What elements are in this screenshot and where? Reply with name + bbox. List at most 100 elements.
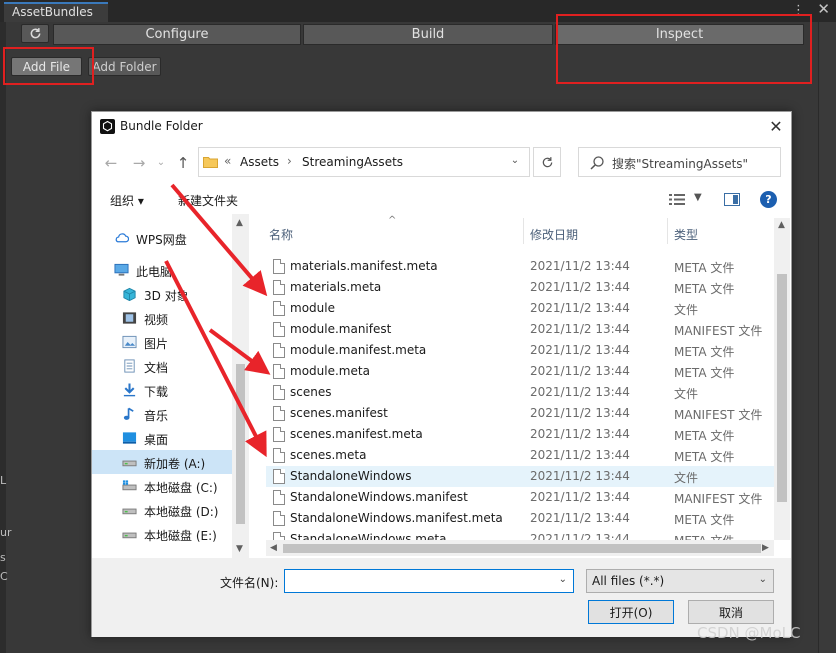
- dialog-footer: 文件名(N): ⌄ All files (*.*) ⌄ 打开(O) 取消: [92, 558, 791, 637]
- nav-label: 音乐: [144, 409, 169, 423]
- file-name: StandaloneWindows.meta: [290, 532, 447, 540]
- back-arrow-icon[interactable]: ←: [100, 152, 122, 174]
- file-type: MANIFEST 文件: [674, 324, 763, 338]
- nav-label: 本地磁盘 (D:): [144, 505, 219, 519]
- file-row[interactable]: scenes 2021/11/2 13:44 文件: [266, 382, 774, 403]
- file-row[interactable]: module 2021/11/2 13:44 文件: [266, 298, 774, 319]
- file-row[interactable]: module.manifest 2021/11/2 13:44 MANIFEST 文…: [266, 319, 774, 340]
- address-bar[interactable]: « Assets › StreamingAssets ⌄: [198, 147, 530, 177]
- forward-arrow-icon[interactable]: →: [128, 152, 150, 174]
- file-row[interactable]: scenes.manifest 2021/11/2 13:44 MANIFEST 文…: [266, 403, 774, 424]
- file-date: 2021/11/2 13:44: [530, 280, 630, 294]
- file-icon: [273, 301, 285, 316]
- file-row[interactable]: module.meta 2021/11/2 13:44 META 文件: [266, 361, 774, 382]
- file-type: MANIFEST 文件: [674, 408, 763, 422]
- cancel-button[interactable]: 取消: [688, 600, 774, 624]
- column-header-date[interactable]: 修改日期: [530, 226, 578, 243]
- file-row[interactable]: scenes.manifest.meta 2021/11/2 13:44 META …: [266, 424, 774, 445]
- open-button[interactable]: 打开(O): [588, 600, 674, 624]
- nav-item-drive-d[interactable]: 本地磁盘 (D:): [92, 498, 232, 522]
- column-separator[interactable]: [667, 218, 668, 244]
- bundle-folder-dialog: Bundle Folder ✕ ← → ⌄ ↑ « Assets › Strea…: [91, 111, 792, 637]
- filter-dropdown-icon[interactable]: ⌄: [759, 574, 767, 585]
- horizontal-scroll-thumb[interactable]: [283, 544, 761, 553]
- organize-menu[interactable]: 组织 ▾: [110, 192, 144, 209]
- dialog-close-icon[interactable]: ✕: [764, 116, 788, 138]
- music-icon: [123, 407, 134, 420]
- scroll-right-icon[interactable]: ▶: [762, 543, 769, 553]
- nav-label: 本地磁盘 (E:): [144, 529, 217, 543]
- scroll-left-icon[interactable]: ◀: [270, 543, 277, 553]
- help-icon[interactable]: ?: [760, 191, 777, 208]
- file-row[interactable]: scenes.meta 2021/11/2 13:44 META 文件: [266, 445, 774, 466]
- view-options-icon[interactable]: [669, 193, 685, 206]
- file-date: 2021/11/2 13:44: [530, 469, 630, 483]
- file-icon: [273, 469, 285, 484]
- cube-icon: [123, 287, 136, 301]
- new-folder-button[interactable]: 新建文件夹: [178, 192, 238, 209]
- scroll-down-icon[interactable]: ▼: [236, 544, 243, 554]
- nav-item-music[interactable]: 音乐: [92, 402, 232, 426]
- file-type-filter[interactable]: All files (*.*) ⌄: [586, 569, 774, 593]
- breadcrumb-item[interactable]: StreamingAssets: [302, 155, 403, 169]
- video-icon: [122, 312, 137, 324]
- file-date: 2021/11/2 13:44: [530, 301, 630, 315]
- nav-scrollbar[interactable]: ▲ ▼: [232, 214, 249, 558]
- nav-item-this-pc[interactable]: 此电脑: [92, 258, 232, 282]
- folder-icon: [203, 157, 218, 168]
- file-list-vscrollbar[interactable]: ▲: [774, 218, 790, 540]
- column-separator[interactable]: [523, 218, 524, 244]
- up-arrow-icon[interactable]: ↑: [172, 152, 194, 174]
- file-icon: [273, 364, 285, 379]
- file-row[interactable]: StandaloneWindows.meta 2021/11/2 13:44 MET…: [266, 529, 774, 540]
- edge-glyph: s: [0, 551, 6, 564]
- filename-input[interactable]: ⌄: [284, 569, 574, 593]
- address-dropdown-icon[interactable]: ⌄: [505, 155, 525, 169]
- nav-item-documents[interactable]: 文档: [92, 354, 232, 378]
- file-date: 2021/11/2 13:44: [530, 532, 630, 540]
- file-type: 文件: [674, 471, 699, 485]
- tab-build[interactable]: Build: [303, 24, 553, 45]
- recent-chevron-icon[interactable]: ⌄: [150, 152, 172, 174]
- search-placeholder: 搜索"StreamingAssets": [612, 157, 749, 171]
- nav-item-videos[interactable]: 视频: [92, 306, 232, 330]
- assetbundles-tab[interactable]: AssetBundles: [4, 2, 108, 22]
- add-folder-button[interactable]: Add Folder: [88, 57, 161, 76]
- file-row[interactable]: StandaloneWindows.manifest 2021/11/2 13:4…: [266, 487, 774, 508]
- file-row[interactable]: StandaloneWindows 2021/11/2 13:44 文件: [266, 466, 774, 487]
- column-header-name[interactable]: 名称: [269, 226, 293, 243]
- search-input[interactable]: 搜索"StreamingAssets": [578, 147, 781, 177]
- breadcrumb-overflow-icon[interactable]: «: [224, 154, 231, 168]
- nav-item-pictures[interactable]: 图片: [92, 330, 232, 354]
- tab-configure[interactable]: Configure: [53, 24, 301, 45]
- nav-item-drive-e[interactable]: 本地磁盘 (E:): [92, 522, 232, 546]
- refresh-button[interactable]: [533, 147, 561, 177]
- nav-item-desktop[interactable]: 桌面: [92, 426, 232, 450]
- file-row[interactable]: StandaloneWindows.manifest.meta 2021/11/2…: [266, 508, 774, 529]
- nav-item-drive-c[interactable]: 本地磁盘 (C:): [92, 474, 232, 498]
- breadcrumb-separator-icon: ›: [287, 154, 292, 168]
- nav-item-drive-a[interactable]: 新加卷 (A:): [92, 450, 232, 474]
- file-date: 2021/11/2 13:44: [530, 343, 630, 357]
- nav-item-3d-objects[interactable]: 3D 对象: [92, 282, 232, 306]
- file-row[interactable]: module.manifest.meta 2021/11/2 13:44 META …: [266, 340, 774, 361]
- vertical-scroll-thumb[interactable]: [777, 274, 787, 502]
- file-row[interactable]: materials.meta 2021/11/2 13:44 META 文件: [266, 277, 774, 298]
- nav-item-downloads[interactable]: 下载: [92, 378, 232, 402]
- preview-pane-icon[interactable]: [724, 193, 740, 206]
- file-name: scenes.manifest.meta: [290, 427, 423, 441]
- nav-item-wps[interactable]: WPS网盘: [92, 226, 232, 250]
- scroll-up-icon[interactable]: ▲: [778, 220, 785, 230]
- file-name: scenes.meta: [290, 448, 367, 462]
- filename-dropdown-icon[interactable]: ⌄: [559, 574, 567, 585]
- close-icon[interactable]: ✕: [817, 0, 830, 18]
- scroll-up-icon[interactable]: ▲: [236, 218, 243, 228]
- file-type: 文件: [674, 303, 699, 317]
- breadcrumb-item[interactable]: Assets: [240, 155, 279, 169]
- file-list-hscrollbar[interactable]: ◀ ▶: [266, 540, 774, 556]
- file-row[interactable]: materials.manifest.meta 2021/11/2 13:44 ME…: [266, 256, 774, 277]
- view-dropdown-icon[interactable]: ▼: [694, 192, 702, 203]
- refresh-button[interactable]: [21, 24, 49, 43]
- column-header-type[interactable]: 类型: [674, 226, 698, 243]
- nav-scroll-thumb[interactable]: [236, 364, 245, 524]
